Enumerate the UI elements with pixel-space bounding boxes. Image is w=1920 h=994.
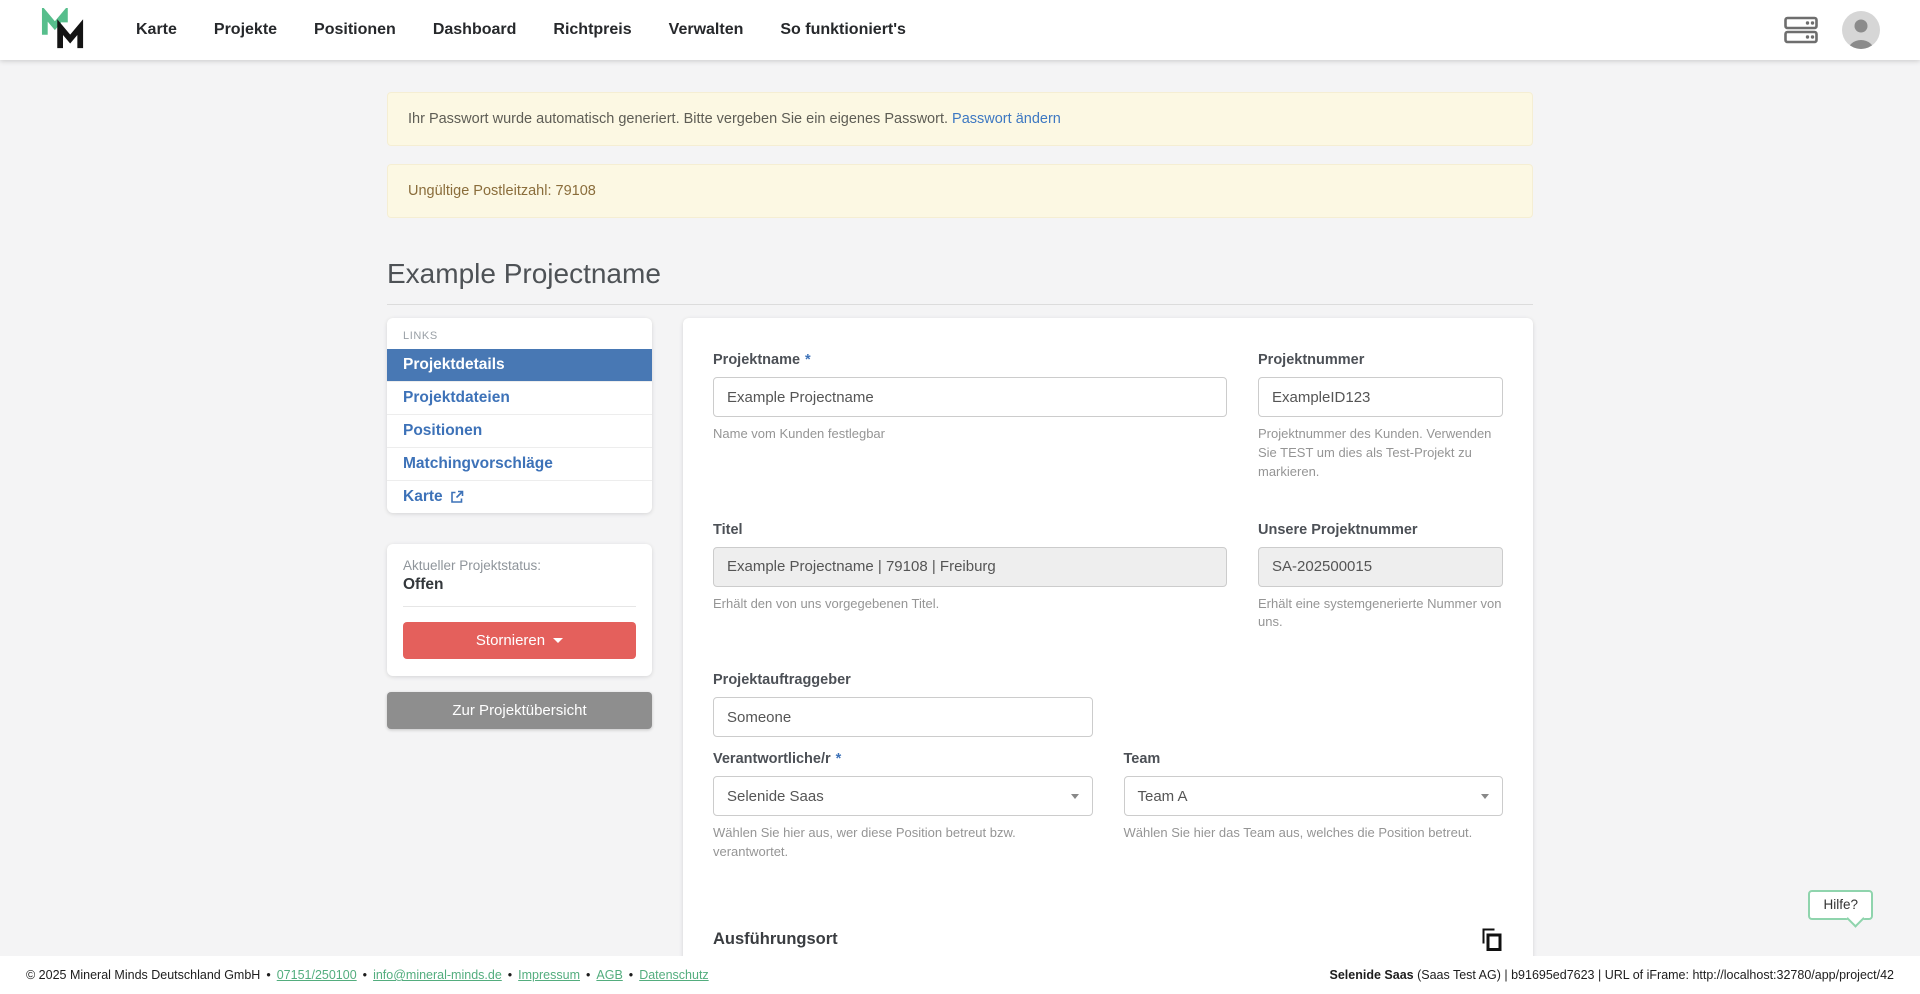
sidebar-item-label: Positionen [403, 422, 482, 440]
server-stack-icon[interactable] [1784, 16, 1818, 44]
nav-item-karte[interactable]: Karte [136, 21, 177, 38]
copy-address-button[interactable] [1480, 928, 1503, 952]
chevron-down-icon [1481, 794, 1489, 799]
change-password-link[interactable]: Passwort ändern [952, 111, 1061, 127]
footer-phone-link[interactable]: 07151/250100 [277, 968, 357, 982]
project-details-form: Projektname* Name vom Kunden festlegbar … [683, 318, 1533, 994]
page-title: Example Projectname [387, 258, 1533, 290]
titel-input [713, 547, 1227, 587]
top-navbar: Karte Projekte Positionen Dashboard Rich… [0, 0, 1920, 60]
title-divider [387, 304, 1533, 305]
sidebar-item-karte[interactable]: Karte [387, 480, 652, 513]
invalid-postcode-banner: Ungültige Postleitzahl: 79108 [387, 164, 1533, 218]
field-label: Projektnummer [1258, 352, 1364, 368]
field-helper: Wählen Sie hier das Team aus, welches di… [1124, 824, 1504, 843]
status-divider [403, 606, 636, 607]
verantwortliche-select-value: Selenide Saas [727, 788, 824, 805]
field-projektnummer: Projektnummer Projektnummer des Kunden. … [1258, 352, 1503, 482]
main-nav: Karte Projekte Positionen Dashboard Rich… [136, 21, 906, 39]
separator-dot: • [266, 968, 270, 982]
stornieren-button[interactable]: Stornieren [403, 622, 636, 659]
session-details: (Saas Test AG) | b91695ed7623 | URL of i… [1414, 968, 1894, 982]
field-label: Unsere Projektnummer [1258, 522, 1418, 538]
field-helper: Name vom Kunden festlegbar [713, 425, 1227, 444]
nav-item-richtpreis[interactable]: Richtpreis [553, 21, 631, 38]
page-footer: © 2025 Mineral Minds Deutschland GmbH • … [0, 956, 1920, 994]
field-verantwortliche: Verantwortliche/r * Selenide Saas Wählen … [713, 751, 1093, 862]
field-label: Titel [713, 522, 743, 538]
nav-item-so-funktionierts[interactable]: So funktioniert's [780, 21, 906, 38]
status-value: Offen [403, 576, 636, 594]
project-status-card: Aktueller Projektstatus: Offen Storniere… [387, 544, 652, 676]
sidebar-item-positionen[interactable]: Positionen [387, 414, 652, 447]
field-helper: Projektnummer des Kunden. Verwenden Sie … [1258, 425, 1503, 482]
projektnummer-input[interactable] [1258, 377, 1503, 417]
hilfe-button-label: Hilfe? [1823, 897, 1858, 912]
mineral-minds-logo-icon[interactable] [40, 8, 86, 52]
chevron-down-icon [1071, 794, 1079, 799]
password-warning-banner: Ihr Passwort wurde automatisch generiert… [387, 92, 1533, 146]
copy-icon [1480, 928, 1503, 952]
required-marker: * [836, 751, 842, 767]
separator-dot: • [629, 968, 633, 982]
field-projektauftraggeber: Projektauftraggeber [713, 672, 1093, 737]
field-unsere-projektnummer: Unsere Projektnummer Erhält eine systemg… [1258, 522, 1503, 633]
projektname-input[interactable] [713, 377, 1227, 417]
separator-dot: • [363, 968, 367, 982]
sidebar-item-label: Matchingvorschläge [403, 455, 553, 473]
chevron-down-icon [553, 638, 563, 643]
copyright-text: © 2025 Mineral Minds Deutschland GmbH [26, 968, 260, 982]
ausfuehrungsort-section-title: Ausführungsort [713, 930, 838, 949]
sidebar-item-matchingvorschlaege[interactable]: Matchingvorschläge [387, 447, 652, 480]
nav-item-projekte[interactable]: Projekte [214, 21, 277, 38]
required-marker: * [805, 352, 811, 368]
verantwortliche-select[interactable]: Selenide Saas [713, 776, 1093, 816]
footer-impressum-link[interactable]: Impressum [518, 968, 580, 982]
nav-item-dashboard[interactable]: Dashboard [433, 21, 517, 38]
sidebar-item-label: Projektdetails [403, 356, 505, 374]
nav-item-verwalten[interactable]: Verwalten [669, 21, 744, 38]
sidebar-item-label: Karte [403, 488, 443, 506]
field-label: Team [1124, 751, 1161, 767]
hilfe-button[interactable]: Hilfe? [1808, 890, 1873, 920]
session-user: Selenide Saas [1330, 968, 1414, 982]
projektauftraggeber-input[interactable] [713, 697, 1093, 737]
sidebar-item-label: Projektdateien [403, 389, 510, 407]
status-label: Aktueller Projektstatus: [403, 558, 636, 573]
footer-agb-link[interactable]: AGB [596, 968, 622, 982]
field-titel: Titel Erhält den von uns vorgegebenen Ti… [713, 522, 1227, 633]
field-team: Team Team A Wählen Sie hier das Team aus… [1124, 751, 1504, 862]
field-label: Verantwortliche/r [713, 751, 831, 767]
separator-dot: • [586, 968, 590, 982]
nav-item-positionen[interactable]: Positionen [314, 21, 396, 38]
team-select-value: Team A [1138, 788, 1188, 805]
external-link-icon [450, 490, 464, 504]
links-card: LINKS Projektdetails Projektdateien Posi… [387, 318, 652, 513]
session-info: Selenide Saas (Saas Test AG) | b91695ed7… [1330, 968, 1894, 982]
field-helper: Erhält den von uns vorgegebenen Titel. [713, 595, 1227, 614]
field-label: Projektauftraggeber [713, 672, 851, 688]
sidebar-item-projektdetails[interactable]: Projektdetails [387, 349, 652, 381]
stornieren-button-label: Stornieren [476, 632, 545, 649]
footer-email-link[interactable]: info@mineral-minds.de [373, 968, 502, 982]
unsere-projektnummer-input [1258, 547, 1503, 587]
separator-dot: • [508, 968, 512, 982]
invalid-postcode-text: Ungültige Postleitzahl: 79108 [408, 183, 596, 199]
user-avatar-icon[interactable] [1842, 11, 1880, 49]
team-select[interactable]: Team A [1124, 776, 1504, 816]
password-warning-text: Ihr Passwort wurde automatisch generiert… [408, 111, 948, 127]
footer-datenschutz-link[interactable]: Datenschutz [639, 968, 708, 982]
field-label: Projektname [713, 352, 800, 368]
overview-button-label: Zur Projektübersicht [452, 702, 586, 719]
field-helper: Erhält eine systemgenerierte Nummer von … [1258, 595, 1503, 633]
field-projektname: Projektname * Name vom Kunden festlegbar [713, 352, 1227, 482]
sidebar-item-projektdateien[interactable]: Projektdateien [387, 381, 652, 414]
zur-projektuebersicht-button[interactable]: Zur Projektübersicht [387, 692, 652, 729]
field-helper: Wählen Sie hier aus, wer diese Position … [713, 824, 1093, 862]
links-card-header: LINKS [387, 318, 652, 349]
